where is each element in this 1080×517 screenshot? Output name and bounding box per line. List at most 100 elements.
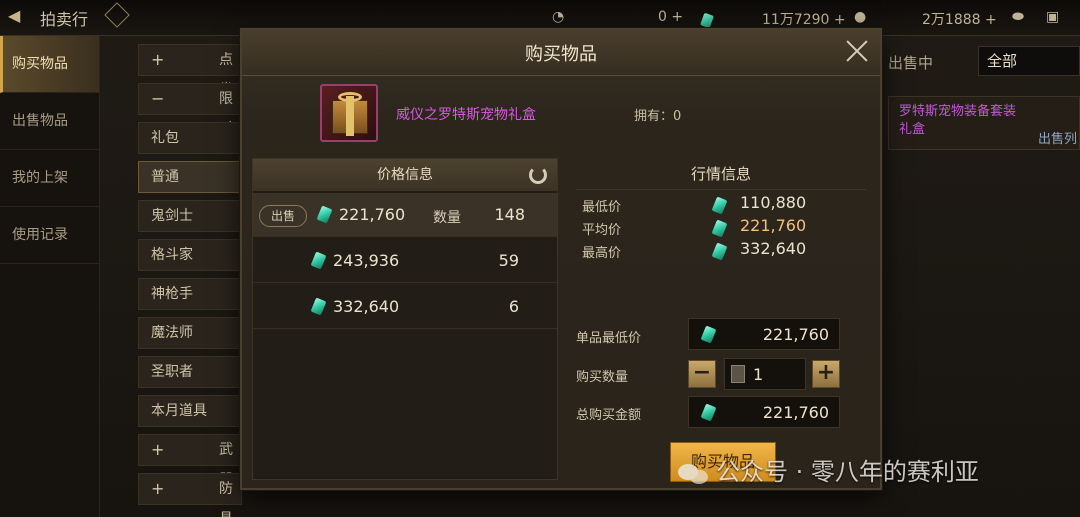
- timer-icon: ◔: [552, 9, 565, 25]
- currency-c-amount[interactable]: 2万1888 +: [922, 9, 997, 29]
- gem-icon: [711, 242, 728, 261]
- collapse-minus-icon: −: [151, 89, 165, 108]
- sale-list-label: 出售列: [1038, 132, 1078, 147]
- screen-title: 拍卖行: [40, 10, 89, 29]
- gold-coin-icon: ●: [854, 9, 867, 25]
- watermark-text: 公众号 · 零八年的赛利亚: [716, 458, 979, 486]
- ingot-icon: ⬬: [1012, 9, 1024, 25]
- category-label: 魔法师: [151, 325, 193, 341]
- listing-quantity: 148: [494, 205, 525, 224]
- avg-price-value: 221,760: [740, 216, 807, 235]
- category-label: 本月道具: [151, 403, 207, 419]
- refresh-icon[interactable]: [529, 166, 547, 184]
- listing-item-name: 罗特斯宠物装备套装礼盒: [899, 104, 1017, 137]
- expand-plus-icon: +: [151, 50, 165, 69]
- tab-on-sale[interactable]: 出售中: [888, 52, 933, 73]
- category-fighter[interactable]: 格斗家: [138, 239, 242, 271]
- gift-box-icon: [320, 84, 378, 142]
- nav-label: 我的上架: [12, 170, 68, 186]
- category-label: 圣职者: [151, 364, 193, 380]
- close-icon[interactable]: [844, 38, 870, 64]
- price-row[interactable]: 出售 221,760 数量 148: [253, 193, 557, 237]
- category-label: 礼包: [151, 130, 179, 146]
- auction-house-screen: ◀ 拍卖行 ◔ 0 + 11万7290 + ● 2万1888 + ⬬ ▣ 购买物…: [0, 0, 1080, 517]
- back-arrow-icon[interactable]: ◀: [8, 6, 20, 25]
- expand-plus-icon: +: [151, 479, 165, 498]
- dialog-header: 购买物品: [242, 30, 880, 76]
- total-amount-field: 221,760: [688, 396, 840, 428]
- watermark: 公众号 · 零八年的赛利亚: [676, 452, 1080, 492]
- unit-min-price-field: 221,760: [688, 318, 840, 350]
- increase-quantity-button[interactable]: +: [812, 360, 840, 388]
- category-label: 鬼剑士: [151, 208, 193, 224]
- currency-b-amount[interactable]: 11万7290 +: [762, 9, 846, 29]
- quantity-input[interactable]: 1: [724, 358, 806, 390]
- help-icon[interactable]: [104, 2, 130, 28]
- price-row[interactable]: 243,936 59: [253, 239, 557, 283]
- gift-box-ribbon: [346, 96, 354, 136]
- listing-quantity: 59: [498, 251, 519, 270]
- category-label: 神枪手: [151, 286, 193, 302]
- min-price-value: 110,880: [740, 193, 807, 212]
- buy-quantity-label: 购买数量: [576, 370, 629, 385]
- category-gunner[interactable]: 神枪手: [138, 278, 242, 310]
- gem-icon: [316, 205, 333, 224]
- item-name: 威仪之罗特斯宠物礼盒: [396, 107, 536, 123]
- listing-price: 243,936: [333, 251, 400, 270]
- category-slayer[interactable]: 鬼剑士: [138, 200, 242, 232]
- category-priest[interactable]: 圣职者: [138, 356, 242, 388]
- category-label: 普通: [151, 169, 179, 185]
- left-navigation: 购买物品 出售物品 我的上架 使用记录: [0, 36, 100, 517]
- calculator-icon[interactable]: [731, 365, 745, 383]
- dialog-title: 购买物品: [525, 44, 597, 65]
- total-amount-label: 总购买金额: [576, 408, 642, 423]
- min-price-label: 最低价: [582, 200, 622, 215]
- category-list: +点券 −限时 礼包 普通 鬼剑士 格斗家 神枪手 魔法师 圣职者 本月道具 +…: [138, 44, 242, 517]
- price-info-title: 价格信息: [377, 167, 433, 183]
- total-amount-value: 221,760: [762, 403, 829, 422]
- price-row[interactable]: 332,640 6: [253, 285, 557, 329]
- category-armor[interactable]: + 防具: [138, 473, 242, 517]
- category-point-coupon[interactable]: +点券: [138, 44, 242, 98]
- market-info-header: 行情信息: [576, 158, 866, 190]
- nav-sell-items[interactable]: 出售物品: [0, 93, 99, 150]
- category-gift-pack[interactable]: 礼包: [138, 122, 242, 154]
- nav-usage-history[interactable]: 使用记录: [0, 207, 99, 264]
- gift-box-bow: [338, 92, 362, 102]
- expand-plus-icon: +: [151, 440, 165, 459]
- gem-icon: [700, 12, 714, 28]
- nav-label: 使用记录: [12, 227, 68, 243]
- unit-min-price-label: 单品最低价: [576, 331, 642, 346]
- listing-price: 332,640: [333, 297, 400, 316]
- category-normal[interactable]: 普通: [138, 161, 242, 193]
- quantity-value: 1: [753, 365, 764, 384]
- decrease-quantity-button[interactable]: −: [688, 360, 716, 388]
- nav-buy-items[interactable]: 购买物品: [0, 36, 99, 93]
- listing-price: 221,760: [339, 205, 406, 224]
- category-weapons[interactable]: +武器: [138, 434, 242, 488]
- price-info-header: 价格信息: [253, 159, 557, 191]
- category-mage[interactable]: 魔法师: [138, 317, 242, 349]
- unit-min-price-value: 221,760: [762, 325, 829, 344]
- max-price-label: 最高价: [582, 246, 622, 261]
- gem-icon: [711, 219, 728, 238]
- quantity-label: 数量: [433, 210, 461, 226]
- max-price-value: 332,640: [740, 239, 807, 258]
- category-monthly-items[interactable]: 本月道具: [138, 395, 242, 427]
- photo-icon[interactable]: ▣: [1046, 9, 1059, 25]
- purchase-dialog: 购买物品 威仪之罗特斯宠物礼盒 拥有：0 价格信息 出售 221,760 数量 …: [240, 28, 882, 490]
- avg-price-label: 平均价: [582, 223, 622, 238]
- gem-icon: [700, 403, 717, 422]
- currency-a-amount[interactable]: 0 +: [658, 9, 683, 25]
- gem-icon: [700, 325, 717, 344]
- category-limited[interactable]: −限时: [138, 83, 242, 137]
- nav-label: 出售物品: [12, 113, 68, 129]
- nav-my-listings[interactable]: 我的上架: [0, 150, 99, 207]
- category-label: 防具: [219, 481, 233, 517]
- wechat-icon: [676, 460, 710, 486]
- gem-icon: [711, 196, 728, 215]
- category-label: 格斗家: [151, 247, 193, 263]
- filter-dropdown[interactable]: 全部: [978, 46, 1080, 76]
- listing-quantity: 6: [508, 297, 519, 316]
- price-info-panel: 价格信息 出售 221,760 数量 148 243,936 59 332,64…: [252, 158, 558, 480]
